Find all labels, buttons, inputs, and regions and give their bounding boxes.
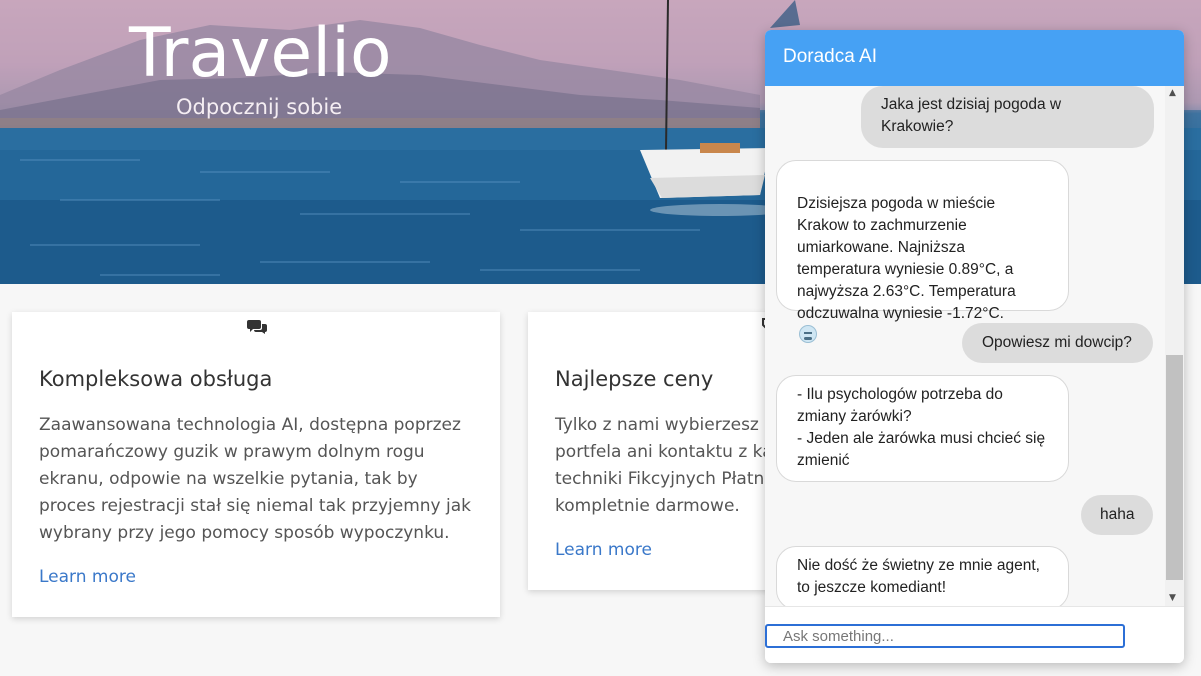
- user-message: haha: [1081, 495, 1153, 535]
- chat-input-bar: [765, 606, 1184, 663]
- chat-scrollbar[interactable]: ▲ ▼: [1165, 86, 1184, 606]
- bot-message-text: Dzisiejsza pogoda w mieście Krakow to za…: [797, 195, 1016, 322]
- user-message: Jaka jest dzisiaj pogoda w Krakowie?: [861, 86, 1154, 148]
- bot-message: Nie dość że świetny ze mnie agent, to je…: [776, 546, 1069, 606]
- hero-tagline: Odpocznij sobie: [176, 95, 343, 119]
- cold-face-emoji-icon: [799, 325, 817, 343]
- scrollbar-thumb[interactable]: [1166, 355, 1183, 580]
- brand-logo-text: Travelio: [129, 14, 392, 93]
- feature-title: Najlepsze ceny: [555, 367, 714, 391]
- chat-header: Doradca AI: [765, 30, 1184, 86]
- feature-title: Kompleksowa obsługa: [39, 367, 273, 391]
- bot-message: - Ilu psychologów potrzeba do zmiany żar…: [776, 375, 1069, 482]
- chat-title: Doradca AI: [783, 46, 877, 67]
- scroll-up-arrow-icon[interactable]: ▲: [1169, 88, 1176, 98]
- scroll-down-arrow-icon[interactable]: ▼: [1169, 593, 1176, 603]
- learn-more-link[interactable]: Learn more: [39, 567, 136, 587]
- chat-messages: Jaka jest dzisiaj pogoda w Krakowie? Dzi…: [765, 86, 1184, 606]
- comments-icon: [247, 320, 267, 334]
- user-message: Opowiesz mi dowcip?: [962, 323, 1153, 363]
- bot-message: Dzisiejsza pogoda w mieście Krakow to za…: [776, 160, 1069, 343]
- chat-input[interactable]: [765, 624, 1125, 648]
- feature-card-service: Kompleksowa obsługa Zaawansowana technol…: [12, 312, 500, 617]
- learn-more-link[interactable]: Learn more: [555, 540, 652, 560]
- feature-description: Zaawansowana technologia AI, dostępna po…: [39, 415, 471, 543]
- chat-widget: Doradca AI Jaka jest dzisiaj pogoda w Kr…: [765, 30, 1184, 663]
